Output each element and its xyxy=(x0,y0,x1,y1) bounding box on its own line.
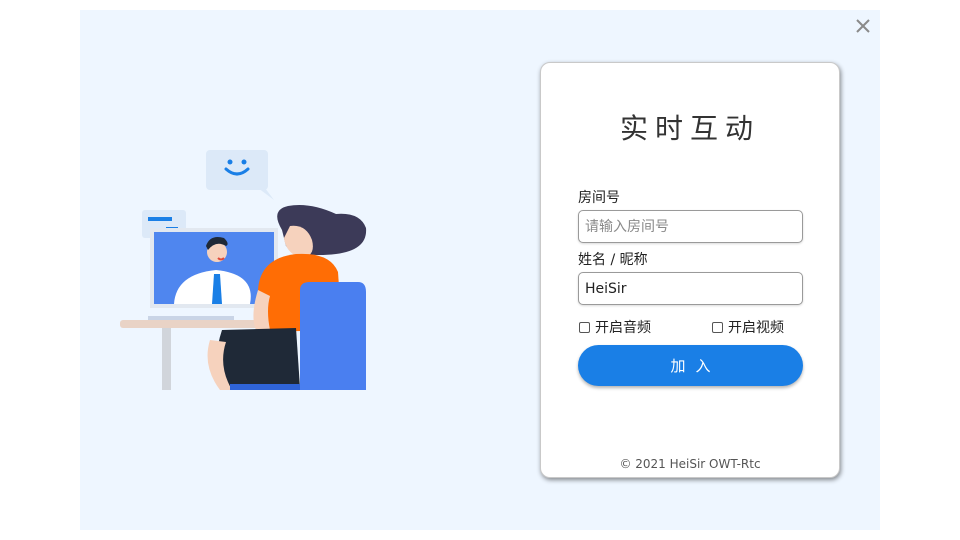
audio-toggle[interactable]: 开启音频 xyxy=(579,317,651,337)
smile-bubble-icon xyxy=(206,150,274,200)
video-toggle[interactable]: 开启视频 xyxy=(712,317,784,337)
close-icon[interactable] xyxy=(851,14,875,38)
room-input[interactable] xyxy=(578,210,803,243)
video-checkbox[interactable] xyxy=(712,321,723,333)
name-input[interactable] xyxy=(578,272,803,305)
login-card: 实时互动 房间号 姓名 / 昵称 开启音频 开启视频 加入 © 2021 Hei… xyxy=(540,62,840,478)
join-button[interactable]: 加入 xyxy=(578,345,803,386)
video-label: 开启视频 xyxy=(728,320,784,336)
video-call-illustration xyxy=(120,150,367,390)
room-label: 房间号 xyxy=(578,190,620,206)
copyright-footer: © 2021 HeiSir OWT-Rtc xyxy=(619,457,761,471)
audio-label: 开启音频 xyxy=(595,320,651,336)
page-title: 实时互动 xyxy=(619,112,760,145)
name-label: 姓名 / 昵称 xyxy=(578,252,648,268)
audio-checkbox[interactable] xyxy=(579,321,590,333)
